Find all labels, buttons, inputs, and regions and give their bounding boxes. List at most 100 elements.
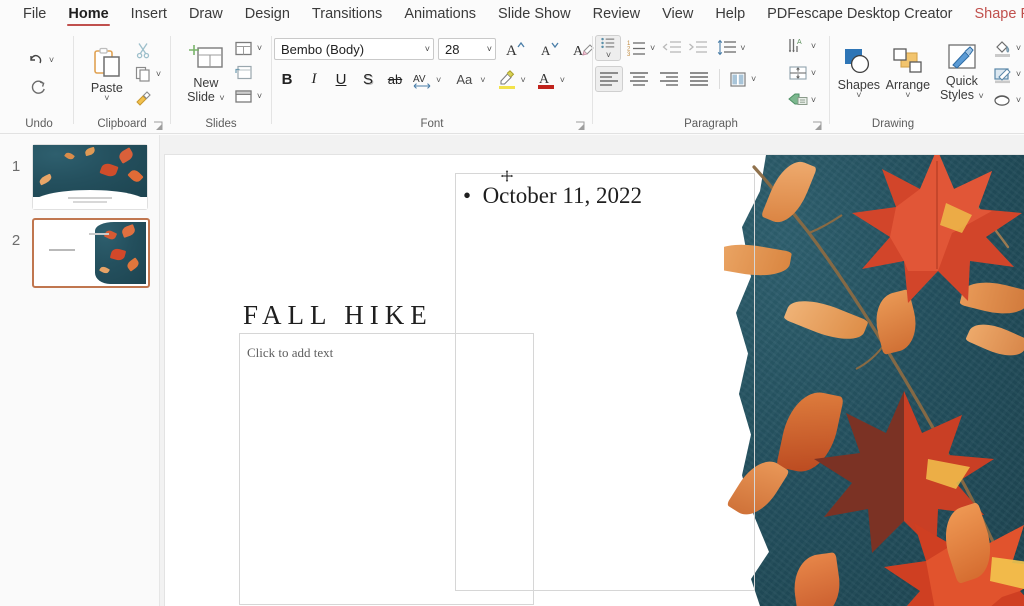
line-spacing-button[interactable] [715,36,739,60]
character-spacing-button[interactable]: AV [409,67,435,92]
undo-dropdown-chevron-icon[interactable]: ˅ [49,55,54,65]
font-name-combobox[interactable]: Bembo (Body) ˅ [274,38,434,60]
slide-thumbnail-2-frame[interactable] [32,218,150,288]
tab-shape-format[interactable]: Shape Format [964,0,1024,28]
font-color-chevron-icon[interactable]: ˅ [560,75,565,85]
tab-animations[interactable]: Animations [393,0,487,28]
shape-outline-button[interactable] [991,62,1015,86]
slide-image-autumn-leaves[interactable] [724,155,1024,606]
body-placeholder-text[interactable]: Click to add text [247,345,333,361]
font-name-chevron-down-icon[interactable]: ˅ [421,44,430,54]
columns-chevron-icon[interactable]: ˅ [751,74,756,84]
font-size-chevron-down-icon[interactable]: ˅ [483,44,492,54]
redo-button[interactable] [27,76,51,100]
reset-button[interactable] [232,60,256,84]
align-right-button[interactable] [655,66,683,92]
align-left-button[interactable] [595,66,623,92]
layout-dropdown-chevron-icon[interactable]: ˅ [257,43,262,53]
slide-title-text[interactable]: FALL HIKE [243,300,433,331]
increase-indent-button[interactable] [686,36,710,60]
body-placeholder-box[interactable] [239,333,534,605]
slide-date-text[interactable]: • October 11, 2022 [463,183,642,209]
slide-thumbnail-2[interactable]: 2 [0,218,160,288]
clipboard-label-text: Clipboard [97,118,146,130]
ribbon-group-font: Bembo (Body) ˅ 28 ˅ A [274,28,590,134]
shape-effects-button[interactable] [991,88,1015,112]
group-divider [592,36,593,124]
tab-insert[interactable]: Insert [120,0,178,28]
numbering-button[interactable]: 1 2 3 [625,36,649,60]
text-shadow-button[interactable]: S [355,67,381,92]
section-dropdown-chevron-icon[interactable]: ˅ [257,91,262,101]
tab-transitions[interactable]: Transitions [301,0,393,28]
decrease-indent-button[interactable] [660,36,684,60]
strikethrough-button[interactable]: ab [382,67,408,92]
text-direction-chevron-icon[interactable]: ˅ [811,41,816,51]
increase-font-size-button[interactable]: A [500,36,530,62]
center-button[interactable] [625,66,653,92]
group-divider [73,36,74,124]
underline-button[interactable]: U [328,67,354,92]
paste-dropdown-chevron-icon[interactable]: ˅ [104,95,109,102]
columns-button[interactable] [726,67,750,91]
slide-thumbnail-1[interactable]: 1 [0,144,160,210]
tab-review[interactable]: Review [582,0,652,28]
justify-button[interactable] [685,66,713,92]
convert-to-smartart-button[interactable] [786,88,810,112]
bullets-chevron-icon[interactable]: ˅ [606,50,611,60]
paste-button[interactable]: Paste ˅ [83,36,131,108]
tab-file[interactable]: File [12,0,57,28]
bold-button[interactable]: B [274,67,300,92]
paragraph-text-tools: A ˅ [775,28,827,134]
quick-styles-button[interactable]: Quick Styles ˅ [933,32,991,110]
line-spacing-chevron-icon[interactable]: ˅ [740,43,745,53]
numbering-chevron-icon[interactable]: ˅ [650,43,655,53]
tab-help[interactable]: Help [704,0,756,28]
layout-button[interactable] [232,36,256,60]
arrange-button[interactable]: Arrange ˅ [883,32,933,110]
copy-dropdown-chevron-icon[interactable]: ˅ [156,69,161,79]
shapes-chevron-icon[interactable]: ˅ [856,92,861,99]
shape-effects-chevron-icon[interactable]: ˅ [1016,95,1021,105]
bullets-button[interactable]: ˅ [595,35,621,61]
character-spacing-chevron-icon[interactable]: ˅ [436,75,441,85]
text-highlight-color-button[interactable] [494,67,520,92]
slide-editing-surface[interactable]: • October 11, 2022 FALL HIKE Click to ad… [165,155,1024,606]
slide-thumbnail-pane[interactable]: 1 2 [0,135,160,606]
shape-fill-button[interactable] [991,36,1015,60]
slide-thumbnail-1-frame[interactable] [32,144,148,210]
tab-view[interactable]: View [651,0,704,28]
decrease-font-size-button[interactable]: A [534,36,564,62]
font-dialog-launcher-icon[interactable] [575,121,586,132]
italic-button[interactable]: I [301,67,327,92]
undo-button[interactable] [24,48,48,72]
svg-text:3: 3 [627,52,631,57]
group-divider [170,36,171,124]
tab-draw[interactable]: Draw [178,0,234,28]
tab-pdfescape[interactable]: PDFescape Desktop Creator [756,0,963,28]
font-color-button[interactable]: A [533,67,559,92]
shapes-button[interactable]: Shapes ˅ [835,32,883,110]
align-text-chevron-icon[interactable]: ˅ [811,68,816,78]
tab-slide-show[interactable]: Slide Show [487,0,582,28]
format-painter-button[interactable] [131,86,155,110]
section-button[interactable] [232,84,256,108]
clipboard-dialog-launcher-icon[interactable] [153,121,164,132]
font-size-combobox[interactable]: 28 ˅ [438,38,496,60]
cut-button[interactable] [131,38,155,62]
text-direction-button[interactable]: A [786,34,810,58]
new-slide-button[interactable]: New Slide ˅ [180,34,232,110]
align-text-button[interactable] [786,61,810,85]
shape-fill-chevron-icon[interactable]: ˅ [1016,43,1021,53]
copy-button[interactable] [131,62,155,86]
change-case-chevron-icon[interactable]: ˅ [480,75,485,85]
shape-outline-chevron-icon[interactable]: ˅ [1016,69,1021,79]
slide-canvas-area[interactable]: • October 11, 2022 FALL HIKE Click to ad… [160,135,1024,606]
clear-formatting-button[interactable]: A [568,36,598,62]
text-highlight-chevron-icon[interactable]: ˅ [521,75,526,85]
arrange-chevron-icon[interactable]: ˅ [905,92,910,99]
change-case-button[interactable]: Aa [449,67,479,92]
tab-design[interactable]: Design [234,0,301,28]
smartart-chevron-icon[interactable]: ˅ [811,95,816,105]
tab-home[interactable]: Home [57,0,119,28]
